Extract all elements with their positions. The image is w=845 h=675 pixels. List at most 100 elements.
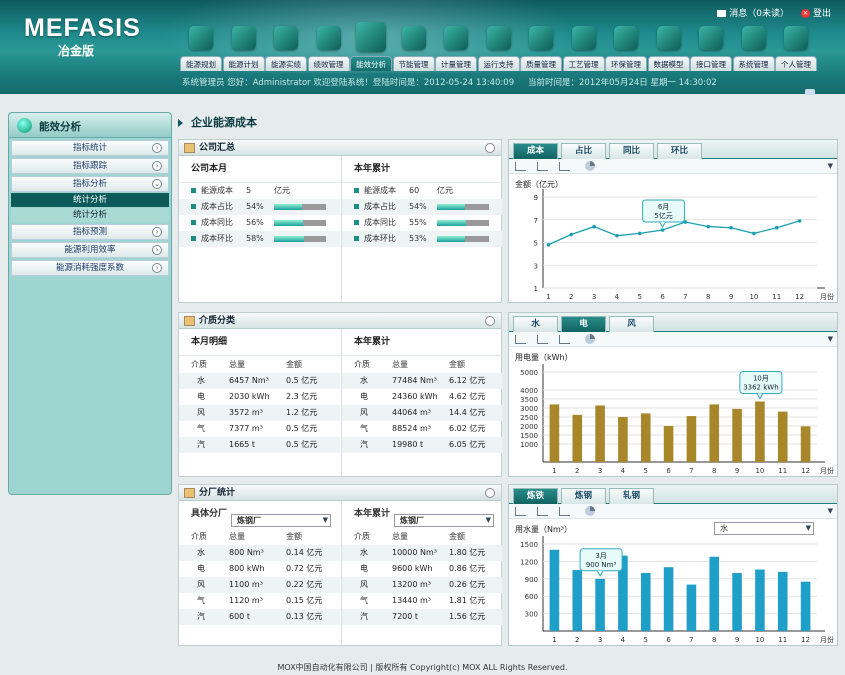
nav-item-13[interactable]: 系统管理	[732, 22, 775, 71]
column-heading: 公司本月	[179, 156, 340, 183]
data-point[interactable]	[752, 231, 756, 236]
data-point[interactable]	[615, 233, 619, 238]
nav-item-6[interactable]: 计量管理	[435, 22, 477, 71]
nav-item-9[interactable]: 工艺管理	[562, 22, 605, 71]
area-chart-icon[interactable]	[559, 335, 570, 344]
panel-collapse-button[interactable]	[485, 143, 495, 153]
sidebar-subitem[interactable]: 统计分析	[11, 208, 169, 222]
nav-item-2[interactable]: 能源实绩	[265, 22, 307, 71]
bar[interactable]	[572, 570, 583, 631]
table-cell: 2.3 亿元	[286, 392, 318, 401]
data-point[interactable]	[797, 219, 802, 223]
module-icon	[274, 26, 298, 50]
bar[interactable]	[663, 426, 674, 462]
bar[interactable]	[777, 571, 788, 631]
bar[interactable]	[686, 584, 697, 631]
bar[interactable]	[572, 414, 583, 462]
table-cell: 800 Nm³	[229, 548, 264, 557]
sidebar-item[interactable]: 能源消耗强度系数 ›	[11, 260, 169, 276]
year-branch-select[interactable]: 炼钢厂	[394, 514, 494, 527]
bar[interactable]	[800, 426, 811, 462]
line-chart-icon[interactable]	[515, 162, 526, 171]
bar[interactable]	[709, 556, 720, 631]
area-chart-icon[interactable]	[559, 162, 570, 171]
chart-tab[interactable]: 炼铁	[513, 488, 558, 504]
chevron-down-icon[interactable]: ▼	[828, 162, 833, 170]
nav-item-1[interactable]: 能源计划	[222, 22, 265, 71]
pie-chart-icon[interactable]	[585, 506, 595, 516]
sidebar-item[interactable]: 指标统计 ›	[11, 140, 169, 156]
line-chart-icon[interactable]	[515, 335, 526, 344]
chart-tab[interactable]: 成本	[513, 143, 558, 159]
tooltip-text: 3362 kWh	[743, 383, 778, 391]
bar[interactable]	[618, 417, 628, 462]
pie-chart-icon[interactable]	[585, 161, 595, 171]
bar-chart-icon[interactable]	[537, 335, 548, 344]
sidebar-item[interactable]: 指标预测 ›	[11, 224, 169, 240]
chart-tab[interactable]: 水	[513, 316, 558, 332]
data-point[interactable]	[660, 228, 665, 232]
panel-icon	[184, 316, 195, 326]
nav-item-4[interactable]: 能效分析	[350, 22, 392, 71]
line-chart-icon[interactable]	[515, 507, 526, 516]
sidebar-item[interactable]: 指标分析 ⌄	[11, 176, 169, 192]
data-point[interactable]	[546, 242, 551, 247]
bar-chart-icon[interactable]	[537, 507, 548, 516]
bar[interactable]	[686, 416, 697, 462]
bar[interactable]	[549, 404, 560, 462]
bar[interactable]	[709, 404, 720, 462]
bar[interactable]	[732, 408, 742, 462]
bar[interactable]	[732, 573, 742, 631]
metric-value: 5	[246, 186, 252, 195]
data-point[interactable]	[569, 232, 574, 237]
chevron-down-icon[interactable]: ▼	[828, 507, 833, 515]
data-point[interactable]	[706, 224, 711, 229]
nav-item-11[interactable]: 数据模型	[647, 22, 690, 71]
nav-item-3[interactable]: 绩效管理	[307, 22, 350, 71]
bar[interactable]	[640, 573, 651, 631]
bar[interactable]	[800, 581, 811, 631]
data-point[interactable]	[729, 225, 733, 230]
sidebar-subitem[interactable]: 统计分析	[11, 193, 169, 207]
module-icon	[486, 26, 511, 50]
nav-item-10[interactable]: 环保管理	[605, 22, 647, 71]
chart-tab[interactable]: 风	[609, 316, 654, 332]
chart-tab[interactable]: 轧钢	[609, 488, 654, 504]
area-chart-icon[interactable]	[559, 507, 570, 516]
chevron-down-icon[interactable]: ▼	[828, 335, 833, 343]
data-point[interactable]	[592, 224, 596, 229]
progress-fill	[274, 220, 304, 226]
nav-item-12[interactable]: 接口管理	[690, 22, 732, 71]
data-point[interactable]	[637, 231, 642, 236]
bar[interactable]	[663, 567, 674, 631]
panel-collapse-button[interactable]	[485, 488, 495, 498]
collapse-toggle[interactable]	[805, 89, 815, 95]
bar-chart-icon[interactable]	[537, 162, 548, 171]
bar[interactable]	[755, 401, 765, 462]
branch-select[interactable]: 炼钢厂	[231, 514, 331, 527]
bar[interactable]	[549, 549, 560, 631]
logout-link[interactable]: × 登出	[800, 6, 831, 19]
bar[interactable]	[755, 569, 765, 631]
bar[interactable]	[595, 578, 605, 631]
chart-tab[interactable]: 占比	[561, 143, 606, 159]
nav-item-5[interactable]: 节能管理	[392, 22, 435, 71]
data-point[interactable]	[774, 225, 779, 230]
nav-item-0[interactable]: 能源规划	[180, 22, 222, 71]
table-row: 汽 19980 t 6.05 亿元	[342, 437, 502, 453]
bar[interactable]	[777, 411, 788, 462]
sidebar-item[interactable]: 指标跟踪 ›	[11, 158, 169, 174]
chart-tab[interactable]: 同比	[609, 143, 654, 159]
panel-collapse-button[interactable]	[485, 316, 495, 326]
bar[interactable]	[640, 413, 651, 462]
sidebar-item[interactable]: 能源利用效率 ›	[11, 242, 169, 258]
chart-tab[interactable]: 电	[561, 316, 606, 332]
messages-link[interactable]: 消息（0未读）	[717, 6, 789, 19]
pie-chart-icon[interactable]	[585, 334, 595, 344]
chart-tab[interactable]: 炼钢	[561, 488, 606, 504]
nav-item-7[interactable]: 运行支持	[477, 22, 520, 71]
chart-tab[interactable]: 环比	[657, 143, 702, 159]
bar[interactable]	[595, 405, 605, 462]
nav-item-14[interactable]: 个人管理	[775, 22, 817, 71]
nav-item-8[interactable]: 质量管理	[520, 22, 562, 71]
